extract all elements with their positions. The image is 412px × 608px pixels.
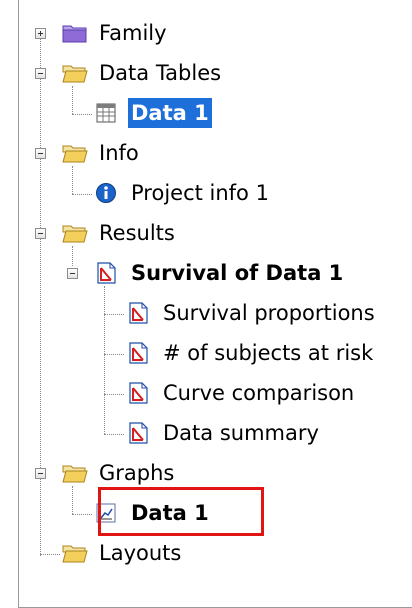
tree-connector: [72, 246, 73, 266]
tree-item-label: Results: [99, 221, 175, 245]
folder-open-icon: [62, 222, 88, 244]
results-sheet-icon: [126, 382, 152, 404]
tree-connector: [72, 114, 92, 115]
folder-open-icon: [62, 462, 88, 484]
tree-item-survival-proportions[interactable]: Survival proportions: [126, 298, 378, 328]
tree-item-label: Data summary: [163, 421, 319, 445]
tree-item-results[interactable]: Results: [62, 218, 178, 248]
tree-item-label: Layouts: [99, 541, 182, 565]
tree-item-label: Project info 1: [131, 181, 269, 205]
tree-connector: [72, 86, 73, 114]
tree-connector: [104, 286, 105, 434]
tree-item-project-info-1[interactable]: Project info 1: [94, 178, 272, 208]
tree-connector: [104, 314, 124, 315]
navigator-tree: Family Data Tables Data 1 Info Project i…: [18, 0, 412, 608]
tree-connector: [72, 486, 73, 514]
tree-item-data-tables[interactable]: Data Tables: [62, 58, 224, 88]
tree-item-subjects-at-risk[interactable]: # of subjects at risk: [126, 338, 376, 368]
results-sheet-icon: [126, 422, 152, 444]
tree-item-label: # of subjects at risk: [163, 341, 374, 365]
tree-connector: [104, 434, 124, 435]
tree-item-label: Curve comparison: [163, 381, 355, 405]
folder-open-icon: [62, 62, 88, 84]
tree-item-layouts[interactable]: Layouts: [62, 538, 184, 568]
tree-item-curve-comparison[interactable]: Curve comparison: [126, 378, 357, 408]
results-sheet-icon: [126, 302, 152, 324]
tree-connector: [72, 514, 92, 515]
tree-item-graphs[interactable]: Graphs: [62, 458, 177, 488]
collapse-results-button[interactable]: [35, 228, 46, 239]
tree-connector: [72, 166, 73, 194]
tree-item-family[interactable]: Family: [62, 18, 170, 48]
tree-item-label: Data Tables: [99, 61, 222, 85]
tree-item-label: Graphs: [99, 461, 175, 485]
tree-item-label: Survival proportions: [163, 301, 375, 325]
results-sheet-icon: [94, 262, 120, 284]
collapse-info-button[interactable]: [35, 148, 46, 159]
tree-item-label: Family: [99, 21, 167, 45]
collapse-survival-button[interactable]: [67, 268, 78, 279]
results-sheet-icon: [126, 342, 152, 364]
data-table-icon: [94, 102, 120, 124]
folder-open-icon: [62, 142, 88, 164]
tree-item-data-summary[interactable]: Data summary: [126, 418, 322, 448]
tree-connector: [104, 394, 124, 395]
tree-connector: [72, 194, 92, 195]
tree-item-label: Data 1: [128, 98, 212, 128]
tree-item-survival-of-data-1[interactable]: Survival of Data 1: [94, 258, 346, 288]
tree-item-data-table-1[interactable]: Data 1: [94, 98, 212, 128]
collapse-graphs-button[interactable]: [35, 468, 46, 479]
tree-connector: [104, 354, 124, 355]
folder-purple-icon: [62, 22, 88, 44]
tree-connector: [40, 554, 60, 555]
tree-item-label: Survival of Data 1: [131, 261, 344, 285]
collapse-data-tables-button[interactable]: [35, 68, 46, 79]
tree-item-info[interactable]: Info: [62, 138, 142, 168]
highlight-annotation-box: [98, 487, 264, 536]
expand-family-button[interactable]: [35, 28, 46, 39]
info-icon: [94, 182, 120, 204]
folder-open-icon: [62, 542, 88, 564]
tree-item-label: Info: [99, 141, 139, 165]
